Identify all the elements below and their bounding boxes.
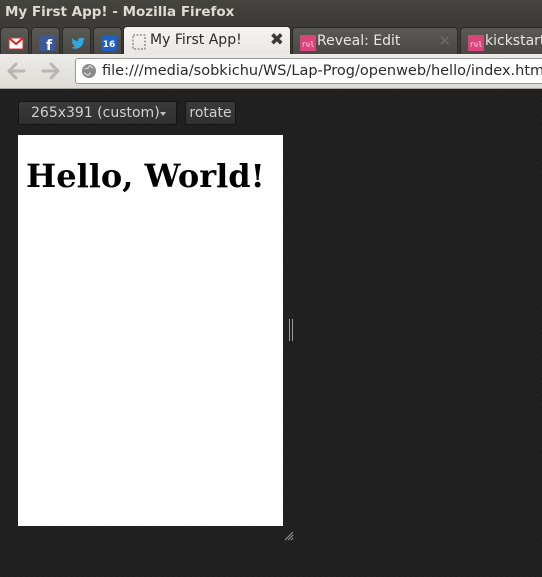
resize-handle-horizontal[interactable] — [289, 319, 293, 341]
viewport-size-label: 265x391 (custom) — [31, 105, 160, 121]
svg-text:f: f — [46, 38, 53, 51]
close-tab-icon[interactable]: ✖ — [270, 27, 284, 53]
blank-page-icon — [131, 33, 147, 50]
globe-icon — [81, 63, 97, 79]
resize-grip-icon[interactable] — [283, 526, 294, 541]
tab-reveal-edit[interactable]: rul Reveal: Edit ✕ — [292, 27, 458, 54]
tab-pinned-gmail[interactable] — [0, 27, 29, 54]
forward-arrow-icon[interactable] — [38, 59, 64, 83]
tab-pinned-twitter[interactable] — [62, 27, 91, 54]
rotate-button[interactable]: rotate — [185, 101, 236, 125]
rull-icon: rul — [468, 34, 484, 51]
url-text: file:///media/sobkichu/WS/Lap-Prog/openw… — [102, 63, 542, 79]
rull-icon-text: rul — [470, 41, 483, 49]
gmail-icon — [8, 34, 24, 50]
tab-pinned-calendar[interactable]: 16 — [93, 27, 122, 54]
facebook-icon: f — [39, 34, 55, 54]
tab-label: kickstart — [485, 33, 542, 49]
viewport-size-dropdown[interactable]: 265x391 (custom) — [18, 101, 177, 125]
tab-kickstart[interactable]: rul kickstart — [460, 27, 542, 54]
tab-label: Reveal: Edit — [317, 33, 401, 49]
responsive-design-view: 265x391 (custom) rotate Hello, World! — [0, 89, 542, 577]
tab-pinned-facebook[interactable]: f — [31, 27, 60, 54]
url-bar[interactable]: file:///media/sobkichu/WS/Lap-Prog/openw… — [75, 58, 542, 84]
tab-label: My First App! — [150, 32, 242, 48]
chevron-down-icon — [160, 112, 166, 116]
page-viewport: Hello, World! — [18, 135, 283, 526]
navigation-bar: file:///media/sobkichu/WS/Lap-Prog/openw… — [0, 54, 542, 89]
back-arrow-icon[interactable] — [3, 59, 29, 83]
tab-my-first-app[interactable]: My First App! ✖ — [123, 26, 291, 54]
close-tab-icon[interactable]: ✕ — [438, 28, 451, 54]
twitter-icon — [70, 34, 86, 50]
calendar-icon-text: 16 — [103, 40, 116, 50]
calendar-icon: 16 — [101, 34, 117, 51]
rull-icon: rul — [300, 34, 316, 51]
tab-strip: f 16 My First App! ✖ rul Reveal: Edit ✕ … — [0, 24, 542, 54]
rull-icon-text: rul — [302, 41, 315, 49]
window-title: My First App! - Mozilla Firefox — [0, 0, 542, 24]
firefox-window: My First App! - Mozilla Firefox f 16 My … — [0, 0, 542, 577]
page-heading: Hello, World! — [26, 157, 265, 195]
